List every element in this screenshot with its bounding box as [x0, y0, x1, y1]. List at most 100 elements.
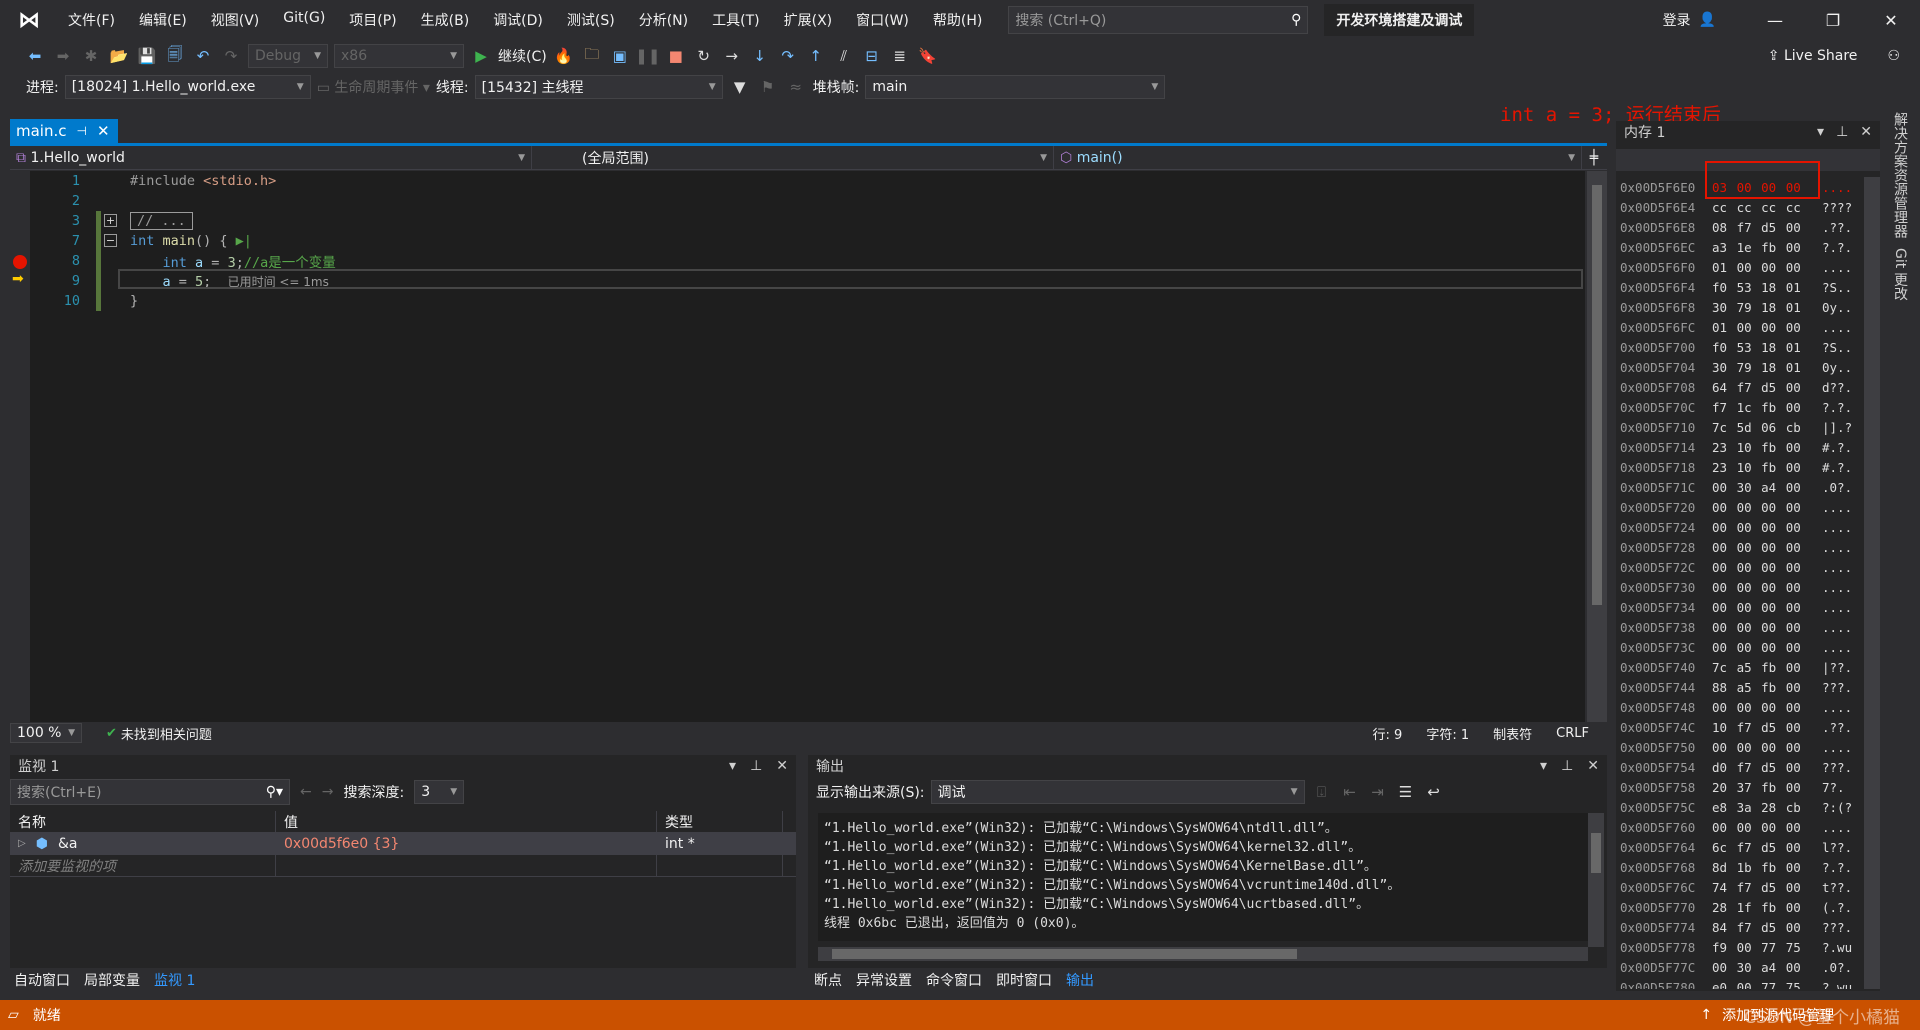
forward-arrow-icon[interactable]: → [322, 784, 334, 800]
memory-row[interactable]: 0x00D5F73C 00 00 00 00.... [1616, 637, 1864, 657]
memory-row[interactable]: 0x00D5F70C f7 1c fb 00?.?. [1616, 397, 1864, 417]
memory-row[interactable]: 0x00D5F6E8 08 f7 d5 00.??. [1616, 217, 1864, 237]
close-icon[interactable]: ✕ [776, 758, 788, 774]
pin-icon[interactable]: ⊥ [1561, 758, 1573, 774]
close-window-button[interactable]: ✕ [1862, 11, 1920, 30]
back-arrow-icon[interactable]: ← [300, 784, 312, 800]
memory-row[interactable]: 0x00D5F77C 00 30 a4 00 .0?. [1616, 958, 1864, 978]
flag-icon[interactable]: ⚑ [757, 76, 779, 98]
bottom-tab[interactable]: 异常设置 [856, 970, 912, 990]
forward-icon[interactable]: ➡ [52, 45, 74, 67]
restore-button[interactable]: ❐ [1804, 11, 1862, 30]
project-select[interactable]: ⧉ 1.Hello_world ▼ [10, 145, 532, 170]
menu-item[interactable]: 文件(F) [56, 10, 127, 30]
collapse-fold-icon[interactable]: − [104, 234, 117, 247]
column-type[interactable]: 类型 [657, 811, 783, 832]
save-icon[interactable]: 💾 [136, 45, 158, 67]
login-button[interactable]: 登录 [1663, 10, 1691, 30]
memory-row[interactable]: 0x00D5F750 00 00 00 00.... [1616, 737, 1864, 757]
line-content[interactable]: int a = 3;//a是一个变量 [130, 251, 336, 271]
memory-row[interactable]: 0x00D5F764 6c f7 d5 00 l??. [1616, 838, 1864, 858]
continue-button[interactable]: 继续(C) [498, 46, 547, 66]
pause-icon[interactable]: ❚❚ [635, 45, 660, 67]
memory-row[interactable]: 0x00D5F744 88 a5 fb 00???. [1616, 677, 1864, 697]
restart-icon[interactable]: ↻ [693, 45, 715, 67]
memory-row[interactable]: 0x00D5F714 23 10 fb 00 #.?. [1616, 437, 1864, 457]
find-message-icon[interactable]: ⍗ [1311, 781, 1333, 803]
menu-item[interactable]: 项目(P) [337, 10, 408, 30]
menu-item[interactable]: 编辑(E) [127, 10, 199, 30]
screenshot-icon[interactable]: ▣ [609, 45, 631, 67]
code-line[interactable]: 7 int main() { ▶| [30, 231, 1585, 251]
breakpoint-gutter[interactable] [10, 171, 30, 722]
memory-row[interactable]: 0x00D5F72C 00 00 00 00.... [1616, 557, 1864, 577]
memory-row[interactable]: 0x00D5F774 84 f7 d5 00???. [1616, 918, 1864, 938]
bottom-tab[interactable]: 断点 [814, 970, 842, 990]
menu-item[interactable]: 调试(D) [481, 10, 555, 30]
tab-git-changes[interactable]: Git 更改 [1890, 248, 1910, 301]
process-select[interactable]: [18024] 1.Hello_world.exe ▼ [64, 75, 311, 99]
open-file-icon[interactable]: 📂 [108, 45, 130, 67]
memory-row[interactable]: 0x00D5F6F4 f0 53 18 01 ?S.. [1616, 277, 1864, 297]
user-icon[interactable]: 👤 [1699, 12, 1716, 28]
redo-icon[interactable]: ↷ [220, 45, 242, 67]
find-file-icon[interactable]: 🗀 [581, 45, 603, 67]
column-name[interactable]: 名称 [10, 811, 276, 832]
bottom-tab[interactable]: 命令窗口 [926, 970, 982, 990]
issues-status[interactable]: 未找到相关问题 [121, 724, 212, 743]
dropdown-icon[interactable]: ▾ [1540, 758, 1547, 774]
memory-row[interactable]: 0x00D5F700 f0 53 18 01 ?S.. [1616, 337, 1864, 357]
expand-icon[interactable]: ▷ [18, 838, 26, 849]
watch-search-input[interactable]: 搜索(Ctrl+E) ⚲▾ [10, 779, 290, 805]
breakpoint-window-icon[interactable]: ⊟ [861, 45, 883, 67]
memory-row[interactable]: 0x00D5F728 00 00 00 00.... [1616, 537, 1864, 557]
close-icon[interactable]: ✕ [1587, 758, 1599, 774]
code-line[interactable]: 2 [30, 191, 1585, 211]
stop-icon[interactable]: ■ [665, 45, 687, 67]
memory-row[interactable]: 0x00D5F704 30 79 18 01 0y.. [1616, 357, 1864, 377]
pin-icon[interactable]: ⊣ [77, 124, 87, 138]
memory-row[interactable]: 0x00D5F76C 74 f7 d5 00 t??. [1616, 878, 1864, 898]
watch-value[interactable]: 0x00d5f6e0 {3} [276, 833, 657, 854]
back-icon[interactable]: ⬅ [24, 45, 46, 67]
play-icon[interactable]: ▶ [470, 45, 492, 67]
menu-item[interactable]: 视图(V) [199, 10, 272, 30]
tab-main-c[interactable]: main.c ⊣ ✕ [10, 119, 118, 143]
next-message-icon[interactable]: ⇥ [1367, 781, 1389, 803]
memory-row[interactable]: 0x00D5F6F0 01 00 00 00.... [1616, 257, 1864, 277]
editor-scrollbar[interactable] [1587, 171, 1607, 722]
output-hscrollbar[interactable] [818, 947, 1588, 961]
memory-row[interactable]: 0x00D5F6FC 01 00 00 00.... [1616, 317, 1864, 337]
output-source-select[interactable]: 调试 ▼ [930, 780, 1305, 804]
new-project-icon[interactable]: ✱ [80, 45, 102, 67]
code-line[interactable]: 8 int a = 3;//a是一个变量 [30, 251, 1585, 271]
code-line[interactable]: 10} [30, 291, 1585, 311]
clear-all-icon[interactable]: ☰ [1395, 781, 1417, 803]
memory-row[interactable]: 0x00D5F738 00 00 00 00.... [1616, 617, 1864, 637]
memory-row[interactable]: 0x00D5F770 28 1f fb 00 (.?. [1616, 898, 1864, 918]
thread-select[interactable]: [15432] 主线程 ▼ [474, 75, 723, 99]
step-over-icon[interactable]: ↷ [777, 45, 799, 67]
dropdown-icon[interactable]: ▾ [1817, 124, 1824, 140]
tab-solution-explorer[interactable]: 解决方案资源管理器 [1890, 112, 1910, 238]
comment-icon[interactable]: ≣ [889, 45, 911, 67]
bottom-tab[interactable]: 监视 1 [154, 970, 195, 990]
line-content[interactable]: #include <stdio.h> [130, 173, 276, 189]
memory-row[interactable]: 0x00D5F748 00 00 00 00.... [1616, 697, 1864, 717]
memory-row[interactable]: 0x00D5F724 00 00 00 00.... [1616, 517, 1864, 537]
tabs-status[interactable]: 制表符 [1493, 724, 1532, 743]
menu-item[interactable]: 窗口(W) [844, 10, 921, 30]
memory-row[interactable]: 0x00D5F778 f9 00 77 75 ?.wu [1616, 938, 1864, 958]
search-input[interactable]: 搜索 (Ctrl+Q) ⚲ [1008, 6, 1309, 34]
output-vscrollbar[interactable] [1588, 813, 1604, 947]
dropdown-icon[interactable]: ▾ [729, 758, 736, 774]
menu-item[interactable]: 帮助(H) [921, 10, 994, 30]
scope-select[interactable]: (全局范围) ▼ [532, 145, 1054, 170]
memory-row[interactable]: 0x00D5F71C 00 30 a4 00 .0?. [1616, 477, 1864, 497]
hot-reload-icon[interactable]: 🔥 [553, 45, 575, 67]
bottom-tab[interactable]: 自动窗口 [14, 970, 70, 990]
show-next-statement-icon[interactable]: → [721, 45, 743, 67]
split-editor-icon[interactable]: ╪ [1582, 150, 1606, 166]
zoom-select[interactable]: 100 % ▼ [10, 723, 82, 743]
memory-row[interactable]: 0x00D5F708 64 f7 d5 00 d??. [1616, 377, 1864, 397]
